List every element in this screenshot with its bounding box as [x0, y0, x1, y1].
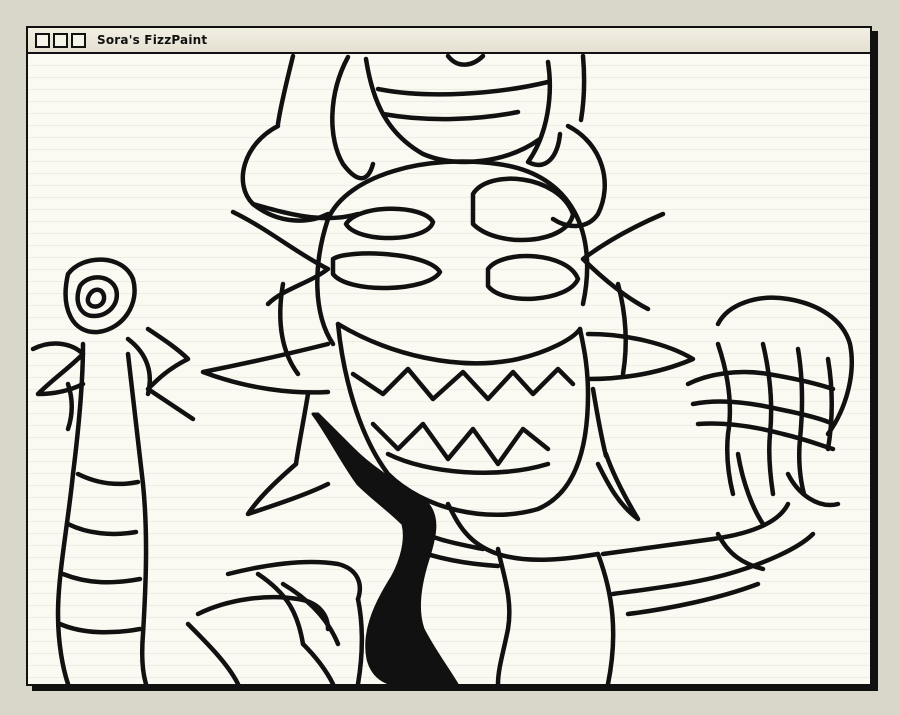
- stroke-eye: [343, 206, 436, 241]
- stroke-leaves: [30, 341, 86, 397]
- stroke-jacket: [280, 581, 341, 647]
- window-control-button-2[interactable]: [53, 32, 68, 48]
- drawing-artwork: [30, 54, 854, 684]
- stroke-eye-orb: [85, 287, 107, 309]
- stroke-hand-right: [715, 341, 736, 497]
- stroke-hat-top: [363, 56, 543, 165]
- stroke-arm-left: [125, 351, 149, 684]
- window-title: Sora's FizzPaint: [97, 33, 208, 47]
- stroke-mouth: [335, 321, 583, 366]
- stroke-spike: [245, 461, 331, 517]
- stroke-arm-right: [610, 531, 816, 597]
- stroke-spike: [293, 391, 311, 467]
- stroke-spike: [278, 281, 301, 377]
- stroke-jacket: [185, 621, 241, 684]
- stroke-hand-right: [695, 421, 836, 452]
- stroke-arm-right: [735, 451, 766, 527]
- stroke-spike: [580, 211, 666, 312]
- stroke-spike: [585, 331, 696, 382]
- stroke-torso: [495, 546, 512, 684]
- stroke-eye: [485, 253, 581, 302]
- stroke-leaves: [65, 381, 74, 432]
- stroke-hand-right: [795, 346, 807, 497]
- stroke-spike: [590, 386, 609, 459]
- stroke-arm-left: [57, 621, 143, 635]
- stroke-hand-right: [825, 356, 834, 452]
- stroke-tie: [311, 412, 459, 684]
- stroke-hand-right: [685, 369, 836, 392]
- stroke-hat-top: [375, 79, 551, 97]
- stroke-arm-left: [65, 521, 139, 537]
- stroke-horn: [525, 59, 563, 167]
- stroke-mouth: [350, 366, 576, 402]
- stroke-arm-left: [75, 471, 141, 487]
- paint-window: Sora's FizzPaint: [26, 26, 872, 686]
- window-control-button-3[interactable]: [71, 32, 86, 48]
- stroke-hat-top: [380, 109, 521, 122]
- title-bar[interactable]: Sora's FizzPaint: [28, 28, 870, 54]
- stroke-hat-top: [275, 54, 296, 127]
- drawing-canvas[interactable]: [28, 54, 870, 684]
- stroke-eye-orb: [75, 275, 120, 319]
- stroke-eye: [330, 251, 443, 291]
- window-control-button-1[interactable]: [35, 32, 50, 48]
- stroke-jacket: [300, 641, 336, 684]
- stroke-hat-top: [445, 54, 486, 67]
- stroke-spike: [200, 341, 331, 395]
- stroke-jacket: [355, 596, 364, 684]
- stroke-arm-left: [60, 571, 143, 585]
- stroke-head: [325, 159, 590, 307]
- stroke-arm-right: [785, 471, 841, 508]
- stroke-head: [315, 216, 336, 347]
- stroke-mouth: [385, 451, 551, 475]
- stroke-jacket: [255, 571, 306, 647]
- stroke-spike: [595, 451, 641, 522]
- stroke-hand-right: [760, 341, 776, 497]
- stroke-hat-top: [578, 54, 587, 123]
- stroke-leaves: [145, 326, 196, 422]
- stroke-torso: [595, 551, 616, 684]
- stroke-hand-right: [690, 399, 836, 427]
